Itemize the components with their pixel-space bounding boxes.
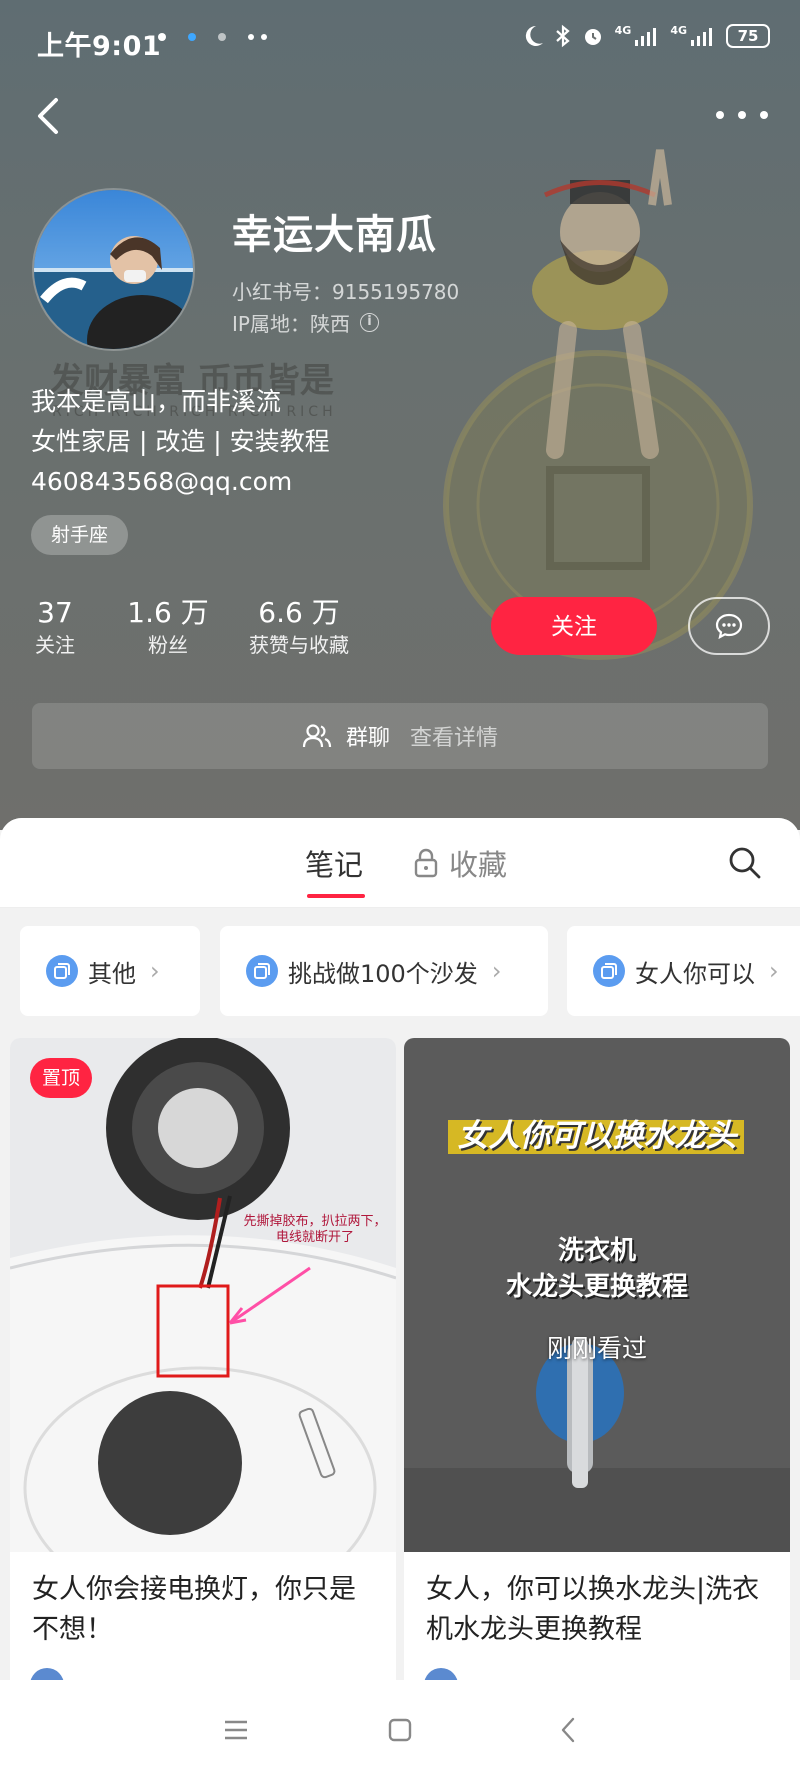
collection-chip-label: 其他	[88, 959, 136, 988]
collection-chip[interactable]: 挑战做100个沙发 ›	[220, 926, 548, 1016]
note-thumbnail: 女人你可以换水龙头 洗衣机 水龙头更换教程 刚刚看过	[404, 1038, 790, 1552]
note-image-subtitle: 水龙头更换教程	[505, 1272, 688, 1302]
profile-stats: 37 关注 1.6 万 粉丝 6.6 万 获赞与收藏	[30, 596, 354, 660]
moon-icon	[525, 25, 543, 46]
more-notifications-icon	[248, 34, 267, 40]
collection-icon	[46, 955, 78, 987]
bio-line: 女性家居 | 改造 | 安装教程	[31, 427, 330, 456]
bio-line: 460843568@qq.com	[31, 467, 293, 496]
menu-button[interactable]	[216, 1710, 256, 1750]
signal-icon: 4G	[670, 25, 716, 48]
nav-back-button[interactable]	[548, 1710, 588, 1750]
content-panel: 笔记 收藏 其他 › 挑战做100个沙发 › 女人你可以 › 先撕掉胶布，扒拉两…	[0, 818, 800, 1680]
system-navigation-bar	[0, 1680, 800, 1778]
group-chat-detail: 查看详情	[410, 726, 499, 751]
alarm-icon	[584, 29, 601, 45]
note-title: 女人你会接电换灯，你只是不想！	[32, 1574, 356, 1645]
notification-app-icon	[188, 33, 196, 41]
battery-indicator: 75	[726, 24, 770, 48]
recently-viewed-label: 刚刚看过	[546, 1334, 647, 1363]
status-bar: 上午9:01 4G 4G 75	[0, 0, 800, 78]
note-image-title: 女人你可以换水龙头	[457, 1118, 737, 1154]
info-icon[interactable]: i	[359, 313, 379, 332]
ip-location: IP属地：陕西 i	[232, 308, 379, 337]
search-button[interactable]	[726, 844, 764, 882]
status-time: 上午9:01	[37, 31, 162, 62]
stat-likes-collects[interactable]: 6.6 万 获赞与收藏	[244, 596, 354, 660]
nickname: 幸运大南瓜	[232, 212, 437, 258]
stat-value: 1.6 万	[127, 596, 209, 629]
profile-header: 发财暴富 币币皆是 RICH RICH RICH RICH RICH 上午9:0…	[0, 0, 800, 830]
collection-chip[interactable]: 其他 ›	[20, 926, 200, 1016]
stat-label: 关注	[35, 633, 75, 657]
bio: 我本是高山，而非溪流 女性家居 | 改造 | 安装教程 460843568@qq…	[31, 382, 330, 502]
system-status: 4G 4G 75	[521, 24, 770, 48]
follow-button[interactable]: 关注	[491, 597, 657, 655]
author-avatar	[424, 1668, 458, 1680]
note-image-annotation: 先撕掉胶布，扒拉两下，电线就断开了	[243, 1214, 387, 1245]
tab-collections[interactable]: 收藏	[413, 842, 507, 884]
nav-back-icon	[561, 1717, 575, 1743]
stat-value: 6.6 万	[258, 596, 340, 629]
note-image-subtitle: 洗衣机	[557, 1236, 636, 1266]
chevron-right-icon: ›	[150, 957, 160, 985]
notification-icons	[158, 33, 267, 41]
note-footer	[30, 1668, 376, 1680]
menu-icon	[225, 1720, 247, 1740]
tab-collections-label: 收藏	[449, 848, 508, 882]
lock-icon	[414, 848, 438, 878]
stat-label: 粉丝	[148, 633, 188, 657]
avatar[interactable]	[32, 188, 195, 351]
collection-chip-label: 女人你可以	[635, 959, 755, 988]
note-title: 女人，你可以换水龙头|洗衣机水龙头更换教程	[426, 1574, 760, 1645]
more-button[interactable]	[716, 100, 768, 130]
note-card[interactable]: 女人你可以换水龙头 洗衣机 水龙头更换教程 刚刚看过 女人，你可以换水龙头|洗衣…	[404, 1038, 790, 1680]
note-card[interactable]: 先撕掉胶布，扒拉两下，电线就断开了 置顶 女人你会接电换灯，你只是不想！	[10, 1038, 396, 1680]
chevron-right-icon: ›	[491, 957, 502, 985]
group-chat-bar[interactable]: 群聊 查看详情	[32, 703, 768, 769]
stat-label: 获赞与收藏	[249, 633, 349, 657]
collection-icon	[593, 955, 625, 987]
note-image	[10, 1038, 396, 1552]
stat-value: 37	[37, 596, 73, 629]
collection-icon	[246, 955, 278, 987]
zodiac-tag: 射手座	[31, 515, 129, 555]
stat-following[interactable]: 37 关注	[30, 596, 80, 660]
ip-location-text: IP属地：陕西	[232, 312, 350, 336]
tab-bar: 笔记 收藏	[0, 818, 800, 908]
collection-chips: 其他 › 挑战做100个沙发 › 女人你可以 ›	[0, 926, 800, 1018]
bio-line: 我本是高山，而非溪流	[31, 387, 282, 416]
red-id[interactable]: 小红书号：9155195780	[232, 276, 459, 305]
notification-dot-icon	[158, 33, 166, 41]
notification-dot-icon	[218, 33, 226, 41]
bluetooth-icon	[555, 24, 570, 48]
group-icon	[302, 724, 332, 748]
home-icon	[388, 1718, 412, 1742]
tab-notes[interactable]: 笔记	[305, 842, 363, 884]
chat-bubble-icon	[715, 613, 743, 640]
stat-followers[interactable]: 1.6 万 粉丝	[126, 596, 210, 660]
home-button[interactable]	[380, 1710, 420, 1750]
tab-active-indicator	[307, 894, 365, 898]
note-thumbnail: 先撕掉胶布，扒拉两下，电线就断开了 置顶	[10, 1038, 396, 1552]
collection-chip-label: 挑战做100个沙发	[288, 959, 478, 988]
search-icon	[729, 847, 761, 879]
group-chat-label: 群聊	[345, 726, 390, 751]
signal-icon: 4G	[615, 25, 661, 48]
author-avatar	[30, 1668, 64, 1680]
chevron-right-icon: ›	[769, 957, 779, 985]
pinned-badge: 置顶	[30, 1058, 93, 1098]
avatar-image	[34, 190, 193, 349]
back-icon	[38, 98, 58, 134]
message-button[interactable]	[688, 597, 770, 655]
back-button[interactable]	[30, 92, 70, 140]
note-footer	[424, 1668, 770, 1680]
more-icon	[716, 111, 724, 119]
collection-chip[interactable]: 女人你可以 ›	[567, 926, 800, 1016]
